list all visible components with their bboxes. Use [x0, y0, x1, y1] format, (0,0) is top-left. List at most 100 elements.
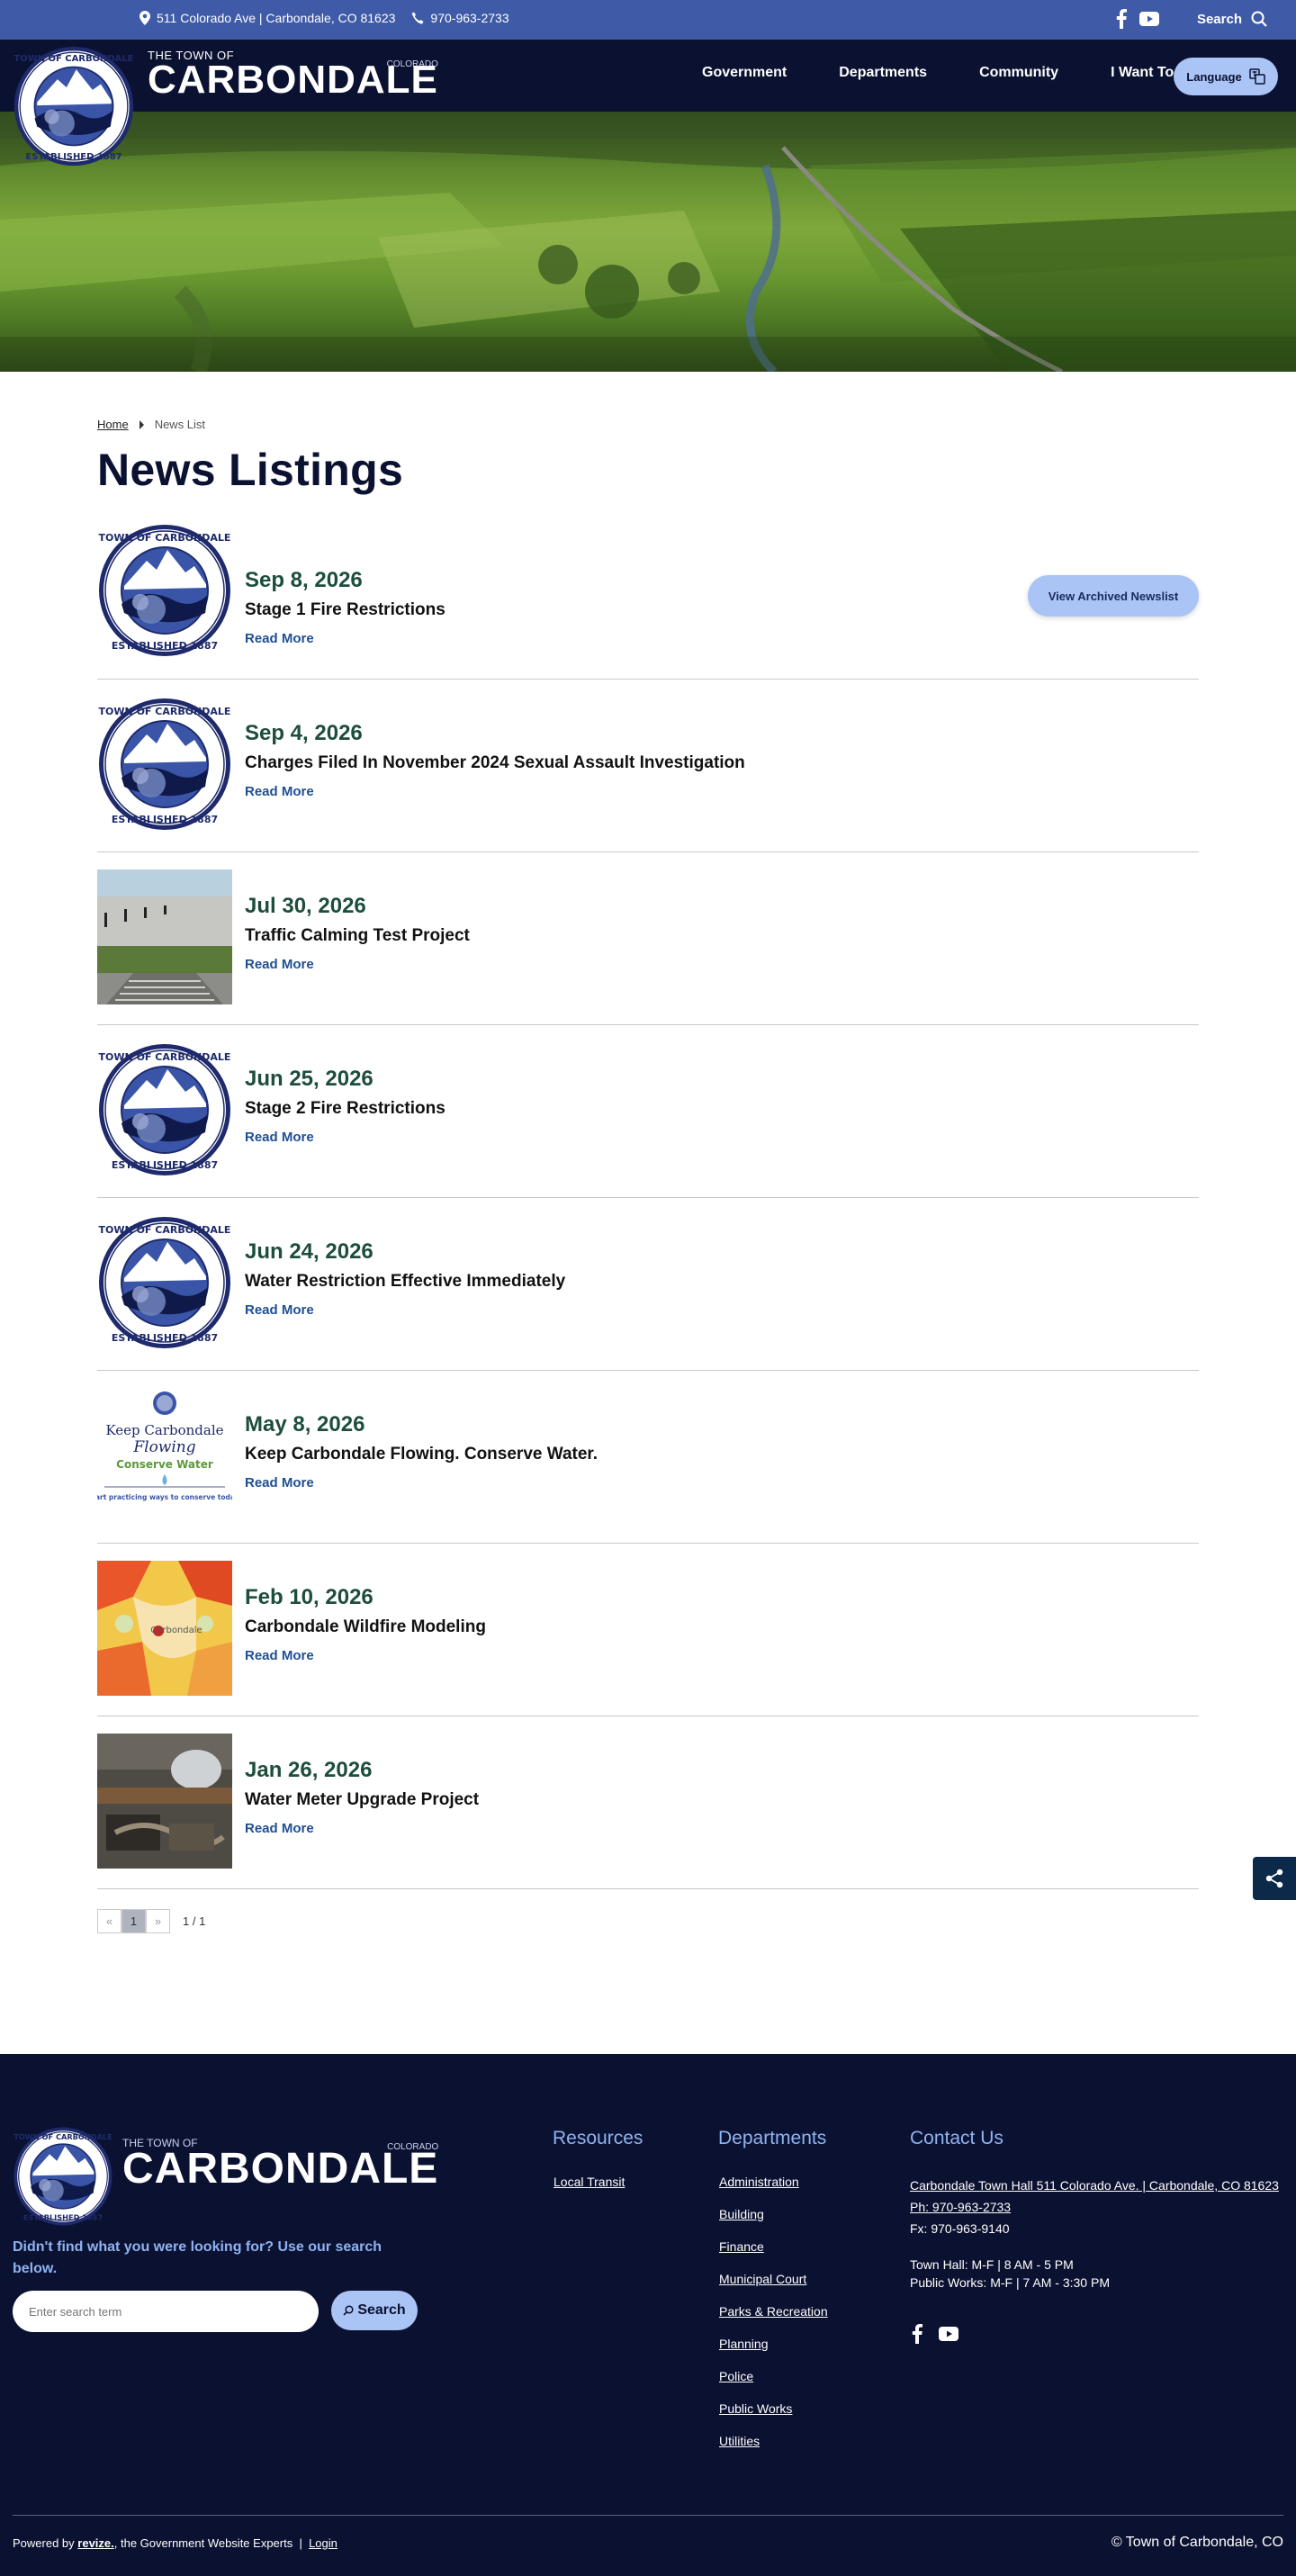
svg-text:Keep Carbondale: Keep Carbondale	[105, 1422, 223, 1438]
news-title[interactable]: Charges Filed In November 2024 Sexual As…	[245, 753, 745, 773]
footer-brand-name: CARBONDALE	[122, 2145, 439, 2193]
news-date: Sep 8, 2026	[245, 568, 363, 592]
contact-address-link[interactable]: Carbondale Town Hall 511 Colorado Ave. |…	[910, 2175, 1279, 2196]
footer-link-building[interactable]: Building	[719, 2207, 828, 2221]
news-thumbnail[interactable]: Carbondale	[97, 1561, 232, 1696]
login-link[interactable]: Login	[309, 2536, 338, 2550]
footer-link-administration[interactable]: Administration	[719, 2175, 828, 2189]
contact-heading: Contact Us	[910, 2128, 1004, 2148]
read-more-link[interactable]: Read More	[245, 1475, 314, 1491]
news-title[interactable]: Stage 2 Fire Restrictions	[245, 1099, 446, 1119]
language-label: Language	[1186, 69, 1242, 84]
news-item: Jul 30, 2026 Traffic Calming Test Projec…	[97, 852, 1199, 1025]
breadcrumb-current: News List	[154, 418, 206, 431]
search-toggle[interactable]: Search	[1197, 11, 1267, 27]
footer-link-municipal-court[interactable]: Municipal Court	[719, 2272, 828, 2286]
read-more-link[interactable]: Read More	[245, 631, 314, 646]
contact-fax: Fx: 970-963-9140	[910, 2221, 1010, 2236]
news-thumbnail[interactable]	[97, 869, 232, 1004]
news-thumbnail[interactable]	[97, 697, 232, 832]
read-more-link[interactable]: Read More	[245, 1648, 314, 1663]
read-more-link[interactable]: Read More	[245, 957, 314, 972]
read-more-link[interactable]: Read More	[245, 1821, 314, 1836]
powered-by: Powered by revize., the Government Websi…	[13, 2536, 338, 2550]
revize-link[interactable]: revize.	[77, 2536, 113, 2550]
contact-phone-link[interactable]: Ph: 970-963-2733	[910, 2196, 1279, 2218]
footer-social	[912, 2324, 958, 2344]
footer-link-planning[interactable]: Planning	[719, 2337, 828, 2351]
town-seal-logo[interactable]	[13, 45, 135, 167]
footer-link-utilities[interactable]: Utilities	[719, 2434, 828, 2448]
news-thumbnail[interactable]	[97, 1734, 232, 1869]
phone-icon	[411, 12, 424, 24]
next-page-button[interactable]: »	[146, 1909, 170, 1933]
seal-thumbnail	[97, 523, 232, 658]
address-link[interactable]: 511 Colorado Ave | Carbondale, CO 81623	[140, 11, 395, 25]
prev-page-button[interactable]: «	[97, 1909, 122, 1933]
departments-links: Administration Building Finance Municipa…	[719, 2175, 828, 2466]
news-title[interactable]: Keep Carbondale Flowing. Conserve Water.	[245, 1445, 598, 1464]
facebook-icon[interactable]	[912, 2324, 922, 2344]
news-title[interactable]: Carbondale Wildfire Modeling	[245, 1617, 486, 1637]
news-title[interactable]: Stage 1 Fire Restrictions	[245, 600, 446, 620]
seal-thumbnail	[97, 697, 232, 832]
search-icon	[1251, 11, 1267, 27]
copyright: © Town of Carbondale, CO	[1111, 2535, 1283, 2550]
news-title[interactable]: Water Meter Upgrade Project	[245, 1790, 479, 1810]
nav-government[interactable]: Government	[702, 65, 787, 81]
pagination: « 1 » 1 / 1	[97, 1909, 1199, 1933]
footer-divider	[13, 2515, 1283, 2516]
share-icon	[1265, 1869, 1283, 1888]
footer-search-button[interactable]: Search	[331, 2291, 418, 2330]
page-1-button[interactable]: 1	[122, 1909, 146, 1933]
footer-brand[interactable]: THE TOWN OF CARBONDALE COLORADO	[122, 2137, 439, 2193]
news-date: Jul 30, 2026	[245, 894, 366, 918]
nav-i-want-to[interactable]: I Want To	[1111, 65, 1174, 81]
site-brand[interactable]: THE TOWN OF CARBONDALE COLORADO	[148, 49, 438, 100]
share-button[interactable]	[1253, 1857, 1296, 1900]
page-count: 1 / 1	[183, 1914, 206, 1928]
read-more-link[interactable]: Read More	[245, 784, 314, 799]
footer-search-input[interactable]	[13, 2291, 319, 2332]
youtube-icon[interactable]	[939, 2327, 958, 2341]
footer-link-police[interactable]: Police	[719, 2369, 828, 2383]
news-date: Sep 4, 2026	[245, 721, 363, 745]
news-item: Carbondale Feb 10, 2026 Carbondale Wildf…	[97, 1544, 1199, 1716]
youtube-icon[interactable]	[1138, 12, 1159, 26]
news-date: Jun 24, 2026	[245, 1239, 374, 1264]
footer-link-local-transit[interactable]: Local Transit	[554, 2175, 625, 2189]
language-button[interactable]: Language	[1174, 58, 1278, 95]
news-list: Sep 8, 2026 Stage 1 Fire Restrictions Re…	[97, 523, 1199, 1889]
breadcrumb-home[interactable]: Home	[97, 418, 129, 431]
news-item: Jun 25, 2026 Stage 2 Fire Restrictions R…	[97, 1025, 1199, 1198]
news-thumbnail[interactable]	[97, 1215, 232, 1350]
footer-seal-logo[interactable]	[13, 2126, 113, 2227]
news-title[interactable]: Traffic Calming Test Project	[245, 926, 470, 946]
nav-community[interactable]: Community	[979, 65, 1058, 81]
utility-bar: 511 Colorado Ave | Carbondale, CO 81623 …	[0, 0, 1296, 40]
hours-public-works: Public Works: M-F | 7 AM - 3:30 PM	[910, 2275, 1110, 2290]
footer-link-parks-recreation[interactable]: Parks & Recreation	[719, 2304, 828, 2319]
read-more-link[interactable]: Read More	[245, 1130, 314, 1145]
phone-link[interactable]: 970-963-2733	[411, 11, 509, 25]
svg-text:Conserve Water: Conserve Water	[116, 1458, 213, 1471]
news-thumbnail[interactable]	[97, 1042, 232, 1177]
news-title[interactable]: Water Restriction Effective Immediately	[245, 1272, 565, 1292]
news-item: Sep 8, 2026 Stage 1 Fire Restrictions Re…	[97, 523, 1199, 680]
utility-right: Search	[1116, 9, 1267, 29]
water-poster-thumbnail: Keep Carbondale Flowing Conserve Water S…	[97, 1388, 232, 1523]
news-thumbnail[interactable]: Keep Carbondale Flowing Conserve Water S…	[97, 1388, 232, 1523]
meter-photo-thumbnail	[97, 1734, 232, 1869]
svg-text:Carbondale: Carbondale	[150, 1626, 202, 1635]
facebook-icon[interactable]	[1116, 9, 1127, 29]
footer-link-finance[interactable]: Finance	[719, 2239, 828, 2254]
footer-link-public-works[interactable]: Public Works	[719, 2401, 828, 2416]
resources-links: Local Transit	[554, 2175, 625, 2207]
nav-departments[interactable]: Departments	[839, 65, 927, 81]
footer-search-help: Didn't find what you were looking for? U…	[13, 2239, 382, 2276]
news-thumbnail[interactable]	[97, 523, 232, 658]
address-text: 511 Colorado Ave | Carbondale, CO 81623	[157, 11, 396, 25]
site-footer: THE TOWN OF CARBONDALE COLORADO Didn't f…	[0, 2054, 1296, 2576]
read-more-link[interactable]: Read More	[245, 1302, 314, 1318]
news-date: May 8, 2026	[245, 1412, 365, 1437]
